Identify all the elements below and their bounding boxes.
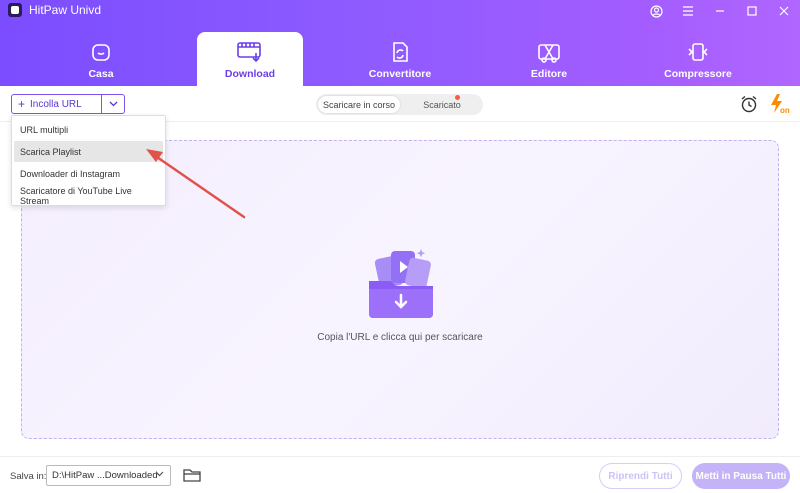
maximize-icon[interactable]: [736, 0, 768, 22]
drop-area-hint: Copia l'URL e clicca qui per scaricare: [317, 332, 483, 343]
app-title-bar: HitPaw Univd: [8, 3, 101, 17]
alarm-clock-icon[interactable]: [740, 95, 758, 113]
menu-icon[interactable]: [672, 0, 704, 22]
tab-editore[interactable]: Editore: [496, 32, 602, 86]
plus-icon: +: [18, 97, 26, 111]
svg-text:on: on: [780, 106, 790, 115]
close-icon[interactable]: [768, 0, 800, 22]
segment-downloaded[interactable]: Scaricato: [406, 96, 478, 113]
compressor-icon: [687, 40, 709, 64]
app-title: HitPaw Univd: [29, 3, 102, 17]
annotation-arrow: [146, 149, 246, 219]
paste-url-label: Incolla URL: [30, 98, 82, 110]
converter-icon: [389, 40, 411, 64]
pause-all-button[interactable]: Metti in Pausa Tutti: [692, 463, 790, 489]
footer-bar: Salva in: D:\HitPaw ...Downloaded Ripren…: [0, 456, 800, 493]
account-icon[interactable]: [640, 0, 672, 22]
download-status-toggle: Scaricare in corso Scaricato: [316, 94, 483, 115]
home-icon: [90, 40, 112, 64]
segment-downloaded-label: Scaricato: [423, 99, 461, 110]
paste-url-button[interactable]: + Incolla URL: [11, 94, 102, 114]
app-logo: [8, 3, 22, 17]
save-path-value: D:\HitPaw ...Downloaded: [52, 470, 158, 481]
download-icon: [237, 40, 263, 64]
minimize-icon[interactable]: [704, 0, 736, 22]
resume-all-button[interactable]: Riprendi Tutti: [599, 463, 682, 489]
menu-item-multiple-urls[interactable]: URL multipli: [14, 119, 163, 140]
folder-download-icon: [369, 249, 433, 318]
tab-download[interactable]: Download: [197, 32, 303, 86]
tab-label: Download: [224, 68, 276, 80]
chevron-down-icon: [155, 471, 164, 477]
tab-label: Editore: [530, 68, 568, 80]
chevron-down-icon: [109, 101, 117, 107]
save-path-select[interactable]: D:\HitPaw ...Downloaded: [46, 465, 171, 486]
open-folder-icon[interactable]: [183, 467, 201, 483]
tab-casa[interactable]: Casa: [48, 32, 154, 86]
tab-convertitore[interactable]: Convertitore: [347, 32, 453, 86]
tab-label: Compressore: [664, 68, 732, 80]
save-to-label: Salva in:: [10, 471, 47, 482]
app-header: HitPaw Univd Casa Download Convertitore …: [0, 0, 800, 86]
segment-downloading[interactable]: Scaricare in corso: [318, 96, 400, 113]
paste-url-dropdown-button[interactable]: [101, 94, 125, 114]
editor-icon: [537, 40, 561, 64]
window-controls: [640, 0, 800, 22]
main-tabs: Casa Download Convertitore Editore Compr…: [0, 32, 800, 86]
tab-label: Casa: [88, 68, 114, 80]
tab-compressore[interactable]: Compressore: [645, 32, 751, 86]
turbo-download-icon[interactable]: on: [768, 93, 790, 115]
notification-dot: [455, 95, 460, 100]
tab-label: Convertitore: [368, 68, 432, 80]
